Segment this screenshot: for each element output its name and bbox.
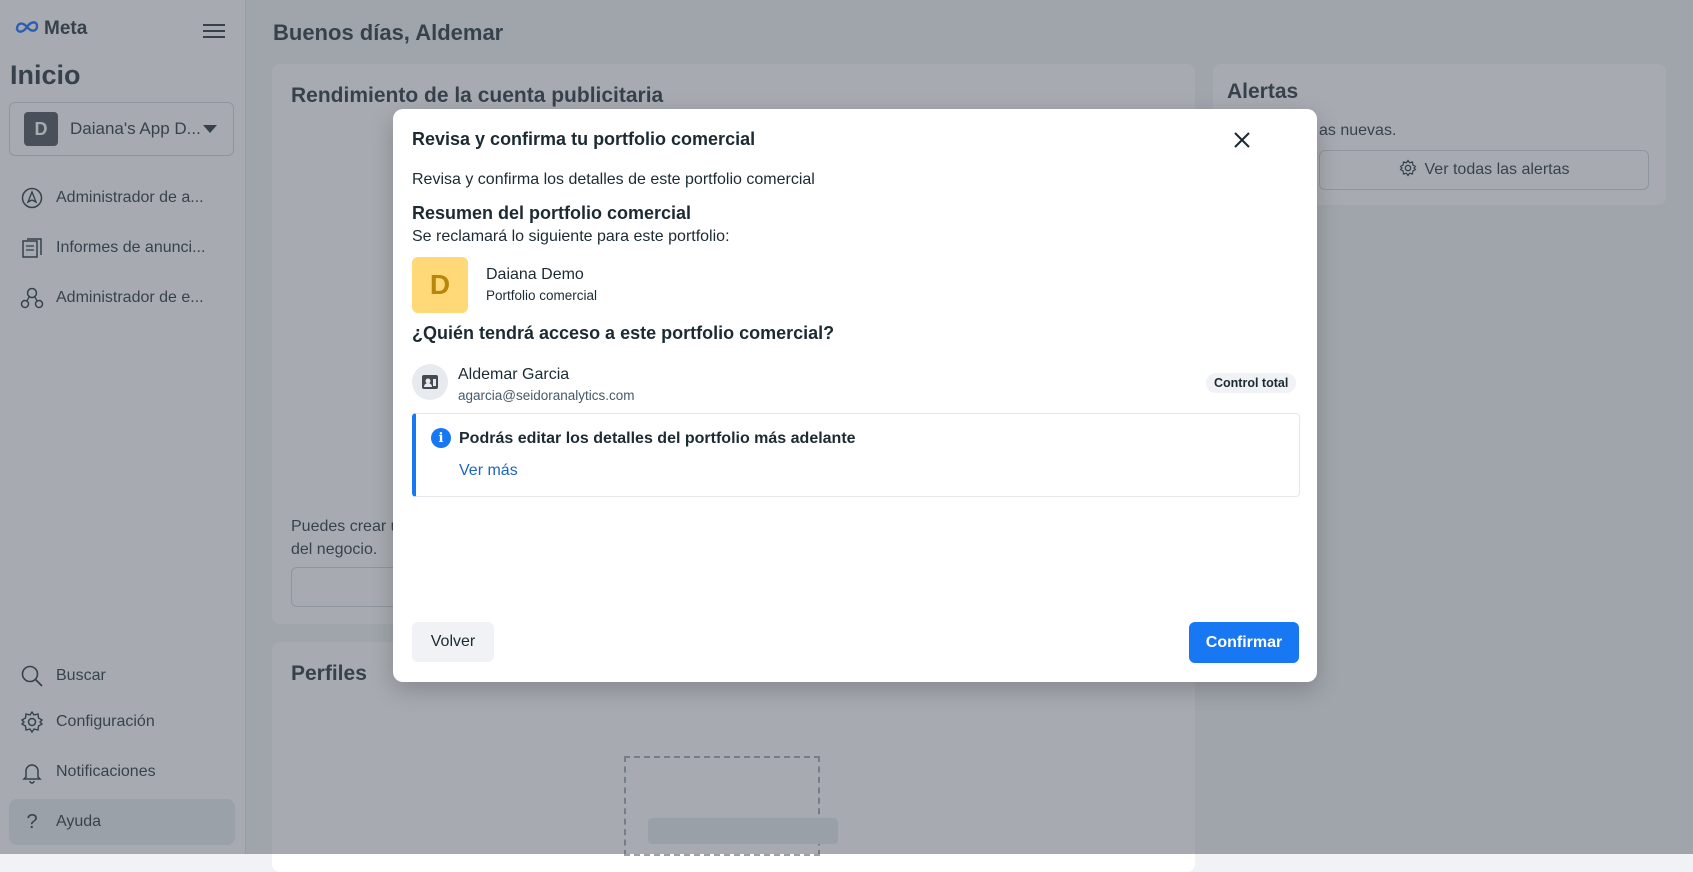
role-badge: Control total <box>1206 373 1297 393</box>
summary-heading: Resumen del portfolio comercial <box>412 203 692 223</box>
confirm-portfolio-dialog: Revisa y confirma tu portfolio comercial… <box>393 109 1317 682</box>
user-name: Aldemar Garcia <box>458 366 570 383</box>
business-name: Daiana Demo <box>486 266 584 283</box>
back-button[interactable]: Volver <box>412 622 494 662</box>
info-icon: i <box>431 428 451 448</box>
user-card-icon <box>412 364 448 400</box>
info-banner: i Podrás editar los detalles del portfol… <box>412 413 1300 497</box>
dialog-title: Revisa y confirma tu portfolio comercial <box>412 129 756 149</box>
close-icon[interactable] <box>1229 127 1255 153</box>
business-avatar: D <box>412 257 468 313</box>
info-title: Podrás editar los detalles del portfolio… <box>459 430 856 447</box>
user-email: agarcia@seidoranalytics.com <box>458 388 635 403</box>
see-more-link[interactable]: Ver más <box>459 462 518 480</box>
business-type: Portfolio comercial <box>486 288 598 303</box>
confirm-button[interactable]: Confirmar <box>1189 622 1299 663</box>
summary-subtext: Se reclamará lo siguiente para este port… <box>412 228 730 245</box>
access-heading: ¿Quién tendrá acceso a este portfolio co… <box>412 323 835 343</box>
dialog-description: Revisa y confirma los detalles de este p… <box>412 171 815 188</box>
